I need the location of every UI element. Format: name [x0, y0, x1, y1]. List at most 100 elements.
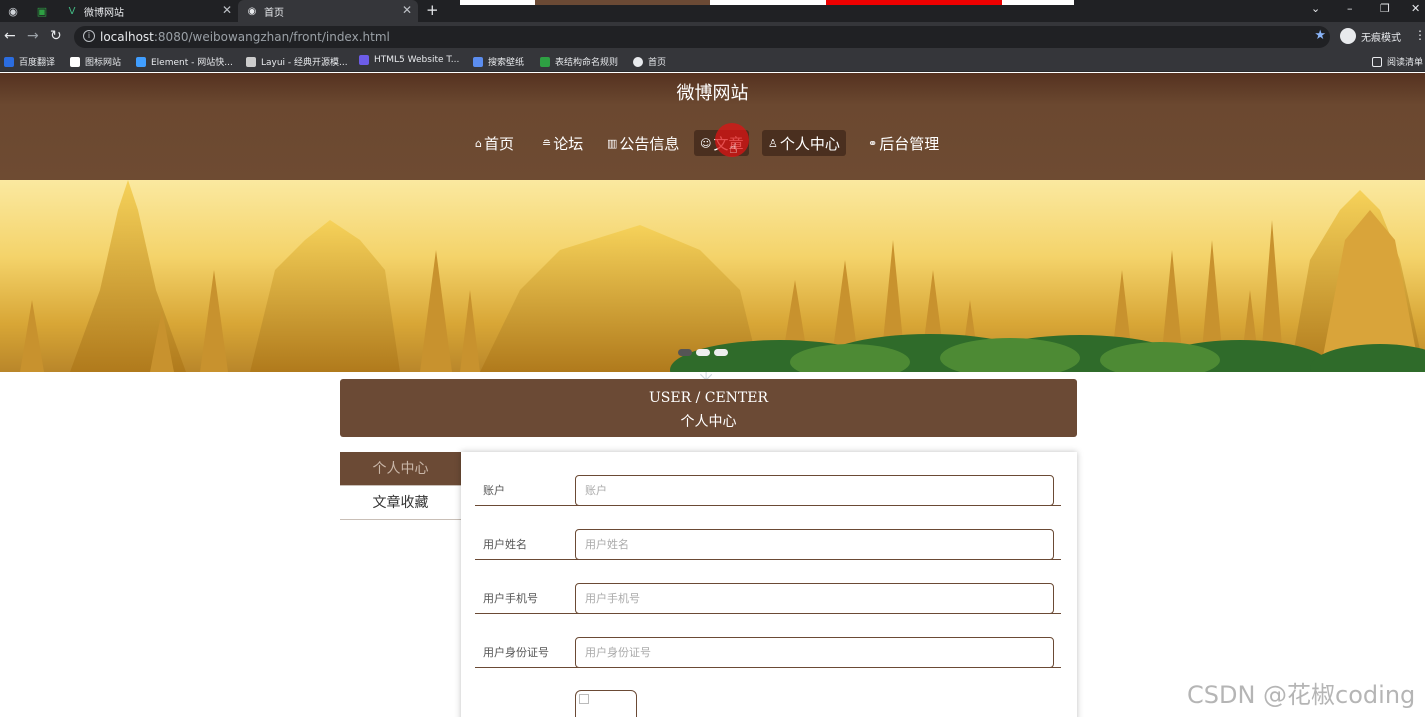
nav-label: 公告信息: [619, 134, 680, 153]
user-side-menu: 个人中心 文章收藏: [340, 452, 461, 520]
url-text: localhost:8080/weibowangzhan/front/index…: [100, 30, 390, 44]
home-icon: ⌂: [475, 136, 482, 150]
bookmark-item[interactable]: 搜索壁纸: [473, 55, 524, 68]
hand-cursor-icon: ☝: [729, 141, 738, 157]
tab-title: 首页: [264, 7, 284, 19]
id-number-input[interactable]: 用户身份证号: [575, 637, 1054, 668]
bookmark-item[interactable]: 图标网站: [70, 55, 121, 68]
field-label: 用户手机号: [483, 592, 538, 605]
window-close-icon[interactable]: ✕: [1411, 2, 1420, 15]
reload-icon[interactable]: ↻: [50, 28, 62, 44]
tab-title: 微博网站: [84, 7, 124, 19]
chevron-down-icon[interactable]: ⌄: [1311, 2, 1320, 15]
address-bar: ← → ↻ i localhost:8080/weibowangzhan/fro…: [0, 22, 1425, 52]
name-input[interactable]: 用户姓名: [575, 529, 1054, 560]
bookmark-label: 表结构命名规则: [555, 58, 619, 68]
bookmark-item[interactable]: Layui - 经典开源模...: [246, 55, 348, 68]
banner-carousel[interactable]: [0, 180, 1425, 372]
close-icon[interactable]: ✕: [222, 3, 232, 17]
incognito-label: 无痕模式: [1361, 32, 1401, 44]
reading-list-icon: [1372, 56, 1382, 67]
incognito-icon: [1340, 28, 1356, 44]
account-input[interactable]: 账户: [575, 475, 1054, 506]
browser-tab-bar: ◉ ▣ V 微博网站 ✕ ◉ 首页 ✕ + ⌄ – ❐ ✕: [0, 0, 1425, 22]
translate-icon: [4, 56, 14, 67]
user-center-title-en: USER / CENTER: [648, 390, 769, 406]
bookmark-label: 搜索壁纸: [488, 58, 525, 68]
reading-list[interactable]: 阅读清单: [1372, 55, 1423, 68]
image-placeholder-icon: [579, 694, 589, 704]
table-icon: [540, 56, 550, 67]
incognito-badge[interactable]: 无痕模式: [1340, 28, 1401, 44]
nav-label: 后台管理: [879, 134, 940, 153]
globe-icon: ◉: [247, 5, 257, 17]
carousel-dot[interactable]: [714, 349, 728, 356]
globe-icon: ◉: [8, 4, 18, 18]
layui-icon: [246, 56, 256, 67]
site-title: 微博网站: [676, 83, 749, 104]
nav-home[interactable]: ⌂ 首页: [469, 130, 520, 156]
site-header: 微博网站 ⌂首页 ≘论坛 ▥公告信息 ☺文章 ♙个人中心 ⚭后台管理 ☝: [0, 73, 1425, 180]
info-icon[interactable]: i: [83, 30, 95, 42]
nav-forum[interactable]: ≘ 论坛: [536, 130, 589, 156]
pinned-tab-sheet[interactable]: ▣: [28, 0, 56, 22]
tab-home[interactable]: ◉ 首页 ✕: [238, 0, 418, 22]
pinned-tab-globe[interactable]: ◉: [0, 0, 26, 22]
profile-form: 账户 账户 用户姓名 用户姓名 用户手机号 用户手机号 用户身份证号 用户身份证…: [461, 452, 1077, 717]
more-menu-icon[interactable]: ⋮: [1414, 28, 1425, 42]
bookmark-item[interactable]: Element - 网站快...: [136, 55, 233, 68]
bookmark-label: 阅读清单: [1387, 58, 1424, 68]
bookmark-label: 首页: [648, 58, 667, 68]
back-arrow-icon[interactable]: ←: [4, 28, 16, 44]
nav-admin[interactable]: ⚭ 后台管理: [862, 130, 945, 156]
html5-icon: [359, 55, 369, 65]
article-icon: ☺: [700, 136, 712, 150]
bookmark-label: Element - 网站快...: [151, 58, 233, 68]
side-item-profile[interactable]: 个人中心: [340, 452, 461, 486]
globe-icon: [633, 56, 643, 67]
carousel-dot[interactable]: [696, 349, 710, 356]
avatar-upload[interactable]: [575, 690, 637, 717]
carousel-dots: [678, 349, 732, 356]
page-strip-brown: [535, 0, 710, 5]
bookmark-item[interactable]: 百度翻译: [4, 55, 55, 68]
url-rest: :8080/weibowangzhan/front/index.html: [153, 30, 390, 44]
bookmark-label: 图标网站: [85, 58, 122, 68]
flag-icon: [70, 56, 80, 67]
close-icon[interactable]: ✕: [402, 3, 412, 17]
field-label: 用户身份证号: [483, 646, 549, 659]
form-row-phone: 用户手机号 用户手机号: [475, 560, 1061, 614]
bookmark-item[interactable]: 表结构命名规则: [540, 55, 618, 68]
nav-label: 个人中心: [779, 134, 840, 153]
vue-icon: V: [68, 5, 76, 17]
nav-user-center[interactable]: ♙ 个人中心: [762, 130, 846, 156]
user-center-title-box: USER / CENTER 个人中心: [340, 379, 1077, 437]
bookmarks-bar: 百度翻译 图标网站 Element - 网站快... Layui - 经典开源模…: [0, 52, 1425, 72]
phone-input[interactable]: 用户手机号: [575, 583, 1054, 614]
sheet-icon: ▣: [36, 4, 48, 18]
field-label: 账户: [483, 484, 505, 497]
tab-weibo[interactable]: V 微博网站 ✕: [58, 0, 238, 22]
field-label: 用户姓名: [483, 538, 527, 551]
carousel-dot[interactable]: [678, 349, 692, 356]
side-item-favorites[interactable]: 文章收藏: [340, 486, 461, 520]
star-icon[interactable]: ★: [1314, 28, 1326, 43]
restore-icon[interactable]: ❐: [1380, 2, 1390, 15]
user-icon: ♙: [768, 136, 778, 150]
nav-label: 首页: [483, 134, 514, 153]
link-icon: ⚭: [868, 136, 878, 150]
new-tab-button[interactable]: +: [426, 1, 439, 19]
page-content: 微博网站 ⌂首页 ≘论坛 ▥公告信息 ☺文章 ♙个人中心 ⚭后台管理 ☝: [0, 73, 1425, 717]
url-host: localhost: [100, 30, 154, 44]
form-row-account: 账户 账户: [475, 452, 1061, 506]
bookmark-label: Layui - 经典开源模...: [261, 58, 348, 68]
bookmark-label: 百度翻译: [19, 58, 56, 68]
url-field[interactable]: i localhost:8080/weibowangzhan/front/ind…: [74, 26, 1330, 48]
nav-notice[interactable]: ▥ 公告信息: [601, 130, 685, 156]
element-icon: [136, 56, 146, 67]
bookmark-item[interactable]: 首页: [633, 55, 666, 68]
forward-arrow-icon[interactable]: →: [27, 28, 39, 44]
bookmark-item[interactable]: HTML5 Website T...: [359, 55, 459, 65]
bookmark-label: HTML5 Website T...: [374, 55, 460, 65]
minimize-icon[interactable]: –: [1347, 2, 1353, 15]
